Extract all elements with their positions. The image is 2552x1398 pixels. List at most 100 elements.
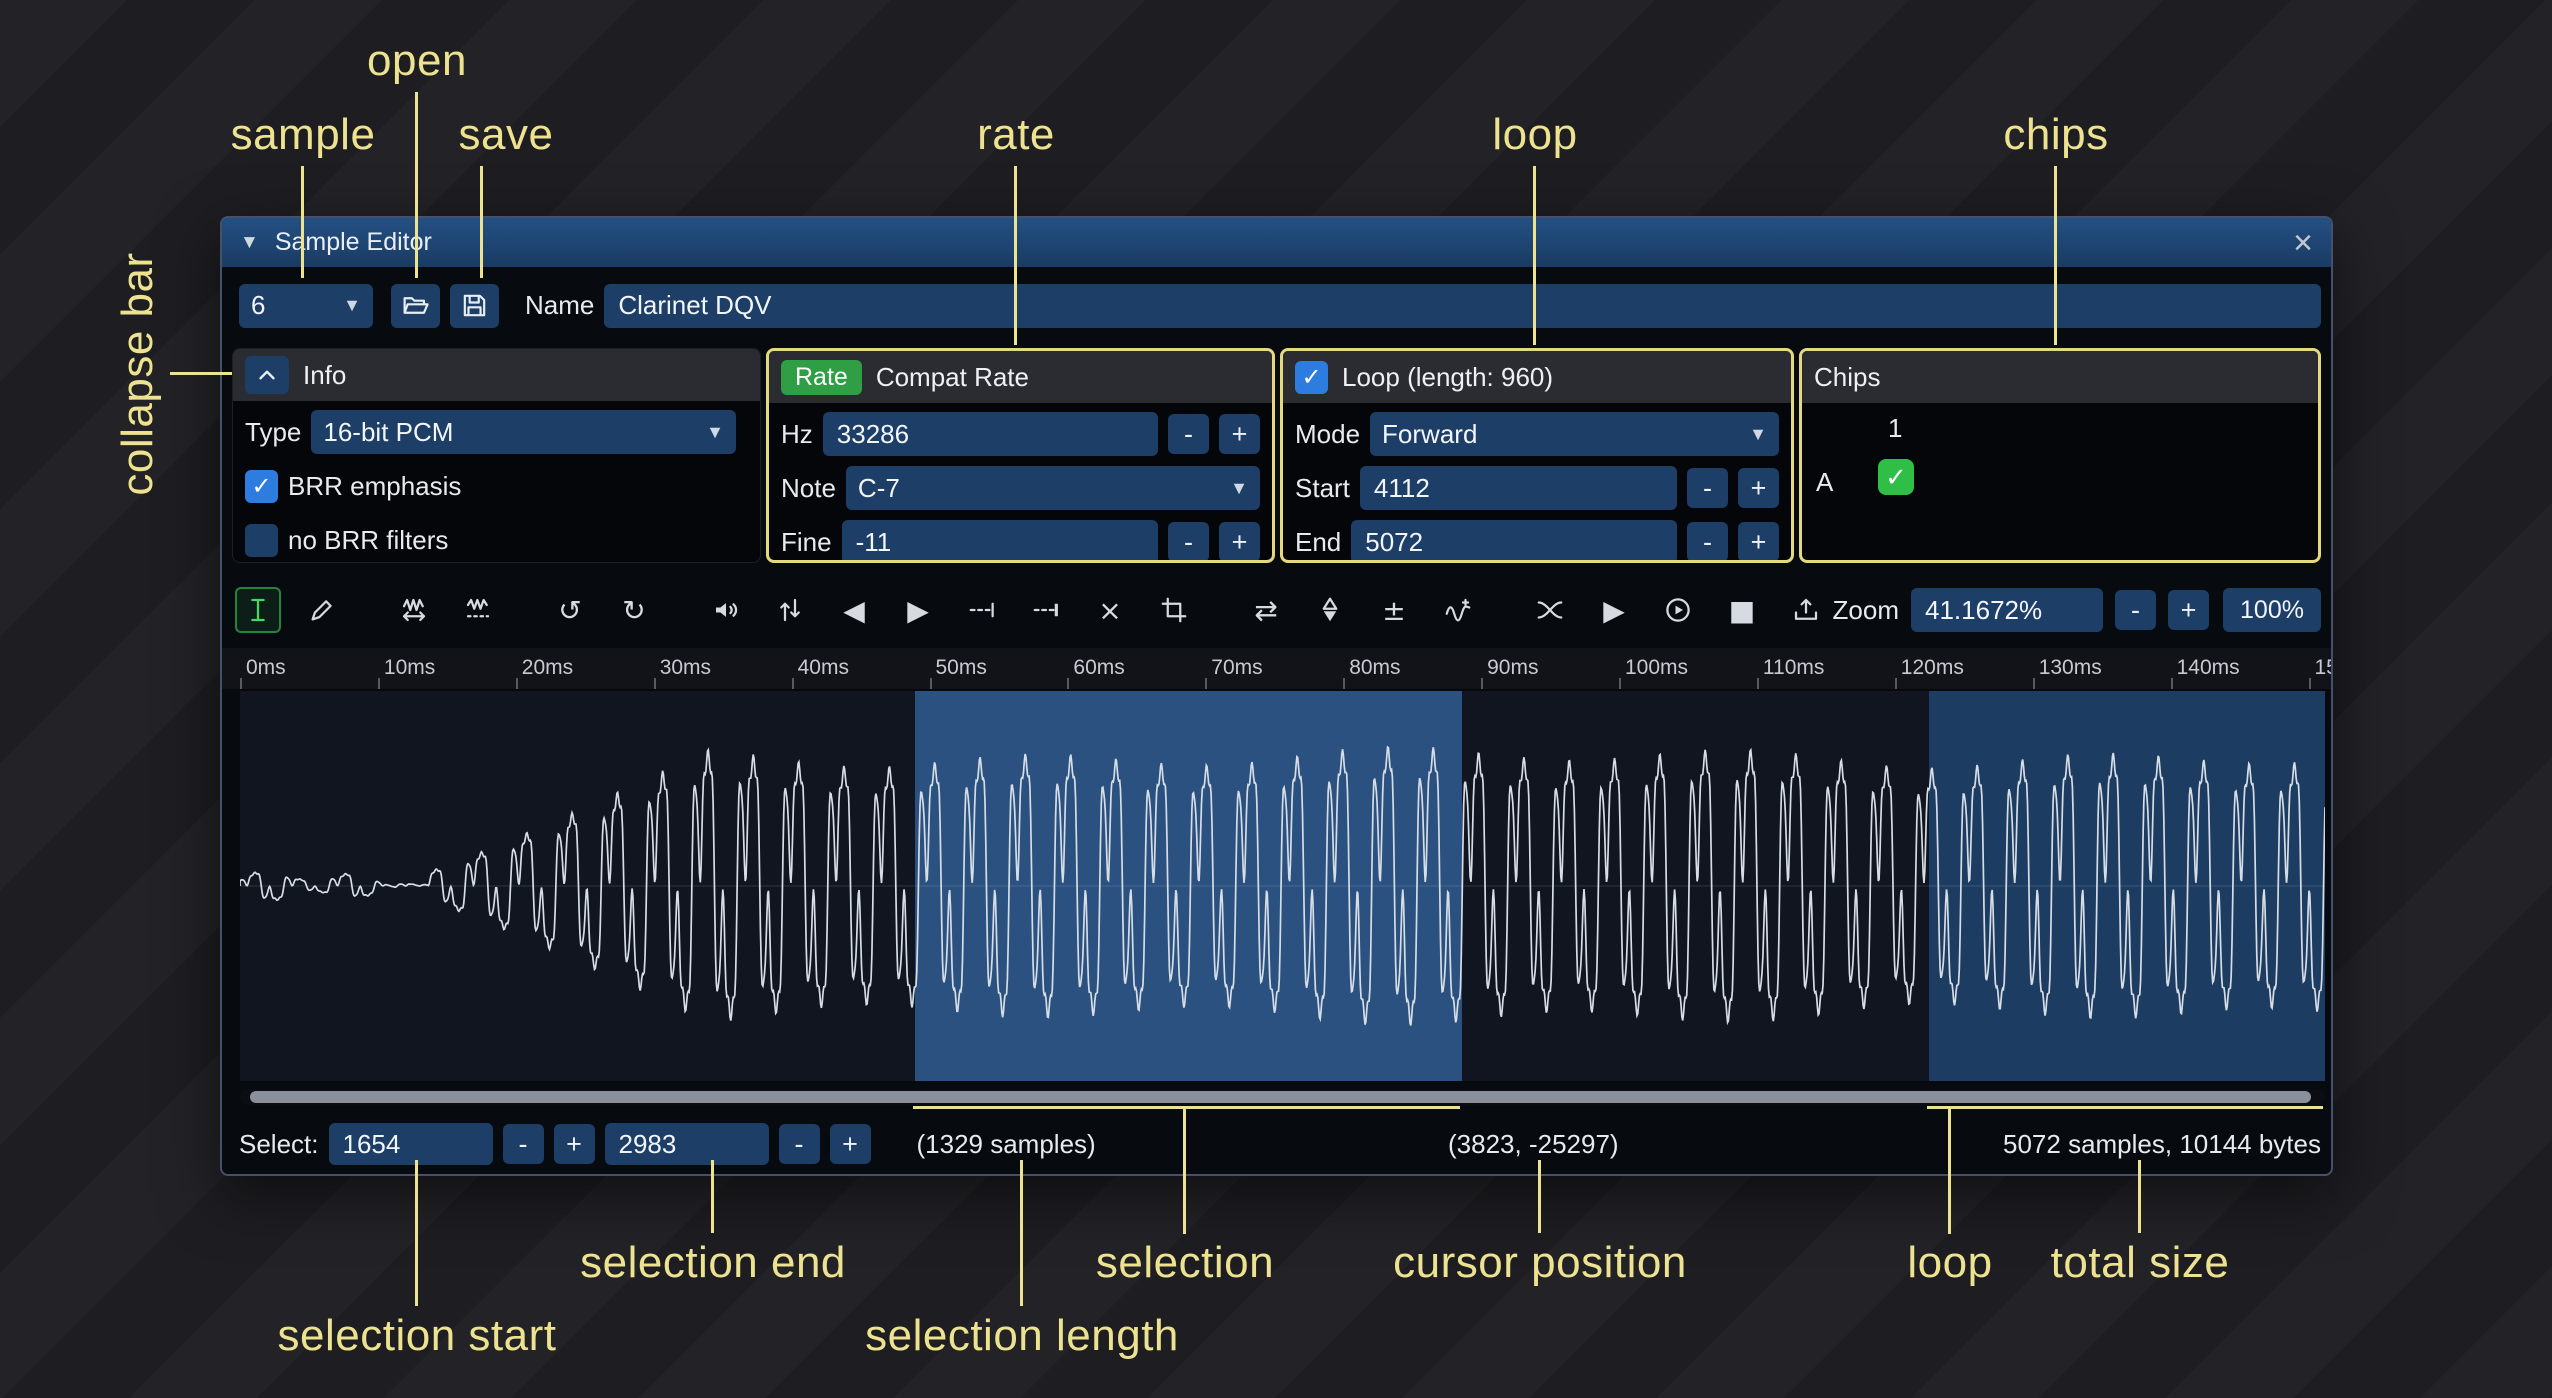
loop-end-minus-button[interactable]: -	[1687, 522, 1728, 562]
reverse-icon[interactable]: ⇄	[1243, 587, 1289, 633]
no-brr-filters-checkbox[interactable]	[245, 524, 278, 557]
ruler-tick	[1067, 678, 1069, 689]
titlebar[interactable]: ▼ Sample Editor ×	[222, 218, 2331, 267]
preview-in-context-icon[interactable]	[1655, 587, 1701, 633]
edit-cursor-icon[interactable]	[235, 587, 281, 633]
pencil-icon[interactable]	[299, 587, 345, 633]
sample-type-value: 16-bit PCM	[323, 417, 453, 448]
preview-icon[interactable]: ▶	[1591, 587, 1637, 633]
annotation-selection: selection	[1096, 1238, 1274, 1288]
selection-start-input[interactable]	[329, 1123, 493, 1165]
hz-plus-button[interactable]: +	[1219, 414, 1260, 454]
stop-icon[interactable]: ■	[1719, 587, 1765, 633]
annotation-line-selection-length	[1020, 1160, 1023, 1306]
ruler-tick	[2309, 678, 2311, 689]
selection-end-minus-button[interactable]: -	[779, 1124, 820, 1164]
loop-start-label: Start	[1295, 473, 1350, 504]
total-size-text: 5072 samples, 10144 bytes	[2003, 1129, 2321, 1160]
selection-end-plus-button[interactable]: +	[830, 1124, 871, 1164]
timeline-ruler: 0ms10ms20ms30ms40ms50ms60ms70ms80ms90ms1…	[222, 648, 2331, 690]
delete-icon[interactable]: ×	[1087, 587, 1133, 633]
ruler-label: 20ms	[522, 656, 573, 680]
loop-enable-checkbox[interactable]: ✓	[1295, 361, 1328, 394]
name-label: Name	[525, 290, 594, 321]
ruler-label: 90ms	[1487, 656, 1538, 680]
selection-start-minus-button[interactable]: -	[503, 1124, 544, 1164]
fade-in-icon[interactable]: ◀	[831, 587, 877, 633]
info-panel-header: Info	[233, 349, 760, 401]
annotation-line-collapse-bar	[170, 372, 232, 375]
zoom-reset-button[interactable]: 100%	[2223, 588, 2321, 632]
waveform-display[interactable]	[240, 691, 2325, 1081]
annotation-loop: loop	[1492, 110, 1577, 160]
chevron-down-icon: ▼	[1220, 478, 1248, 499]
annotation-line-loop	[1533, 166, 1536, 345]
loop-start-minus-button[interactable]: -	[1687, 468, 1728, 508]
sample-type-dropdown[interactable]: 16-bit PCM ▼	[311, 410, 736, 454]
insert-silence-icon[interactable]	[959, 587, 1005, 633]
note-label: Note	[781, 473, 836, 504]
open-button[interactable]	[391, 284, 440, 328]
ruler-label: 10ms	[384, 656, 435, 680]
chips-panel-title: Chips	[1814, 362, 1880, 393]
desktop-background: ▼ Sample Editor × 6 ▼ Name	[0, 0, 2552, 1398]
rate-panel-header: Rate Compat Rate	[769, 351, 1272, 403]
close-icon[interactable]: ×	[2293, 226, 2313, 260]
chip-enable-checkbox[interactable]: ✓	[1878, 459, 1914, 495]
selection-start-plus-button[interactable]: +	[554, 1124, 595, 1164]
trim-icon[interactable]	[1151, 587, 1197, 633]
selection-end-input[interactable]	[605, 1123, 769, 1165]
loop-end-input[interactable]	[1351, 520, 1677, 563]
zoom-input[interactable]	[1911, 588, 2103, 632]
annotation-line-chips	[2054, 166, 2057, 345]
ruler-tick	[378, 678, 380, 689]
annotation-line-open	[415, 92, 418, 278]
normalize-icon[interactable]	[767, 587, 813, 633]
collapse-bar-button[interactable]	[245, 356, 289, 394]
hz-input[interactable]	[823, 412, 1158, 456]
redo-icon[interactable]: ↻	[611, 587, 657, 633]
loop-end-plus-button[interactable]: +	[1738, 522, 1779, 562]
fine-input[interactable]	[842, 520, 1158, 563]
ruler-tick	[792, 678, 794, 689]
brr-emphasis-checkbox[interactable]: ✓	[245, 470, 278, 503]
rate-badge: Rate	[781, 360, 862, 395]
zoom-in-button[interactable]: +	[2168, 590, 2209, 630]
ruler-label: 70ms	[1211, 656, 1262, 680]
crossfade-icon[interactable]	[1527, 587, 1573, 633]
annotation-line-loop-bottom	[1948, 1108, 1951, 1234]
loop-start-plus-button[interactable]: +	[1738, 468, 1779, 508]
scrollbar-thumb[interactable]	[250, 1091, 2311, 1103]
apply-silence-icon[interactable]	[1023, 587, 1069, 633]
fade-out-icon[interactable]: ▶	[895, 587, 941, 633]
invert-icon[interactable]	[1307, 587, 1353, 633]
fine-plus-button[interactable]: +	[1219, 522, 1260, 562]
horizontal-scrollbar[interactable]	[240, 1089, 2325, 1105]
import-icon[interactable]	[1783, 587, 1829, 633]
filter-icon[interactable]	[1435, 587, 1481, 633]
sign-invert-icon[interactable]: ±	[1371, 587, 1417, 633]
type-label: Type	[245, 417, 301, 448]
zoom-out-button[interactable]: -	[2115, 590, 2156, 630]
ruler-tick	[654, 678, 656, 689]
brr-emphasis-label: BRR emphasis	[288, 471, 461, 502]
fine-minus-button[interactable]: -	[1168, 522, 1209, 562]
name-input[interactable]	[604, 284, 2321, 328]
ruler-tick	[1343, 678, 1345, 689]
sample-selector[interactable]: 6 ▼	[239, 284, 373, 328]
resize-icon[interactable]	[391, 587, 437, 633]
ruler-tick	[1205, 678, 1207, 689]
window-collapse-icon[interactable]: ▼	[240, 232, 259, 254]
resample-icon[interactable]	[455, 587, 501, 633]
note-dropdown[interactable]: C-7 ▼	[846, 466, 1260, 510]
loop-start-input[interactable]	[1360, 466, 1677, 510]
ruler-label: 110ms	[1763, 656, 1824, 680]
annotation-loop-bottom: loop	[1907, 1238, 1992, 1288]
amplify-icon[interactable]	[703, 587, 749, 633]
loop-panel: ✓ Loop (length: 960) Mode Forward ▼ Star…	[1280, 348, 1794, 563]
loop-mode-dropdown[interactable]: Forward ▼	[1370, 412, 1779, 456]
undo-icon[interactable]: ↺	[547, 587, 593, 633]
save-button[interactable]	[450, 284, 499, 328]
annotation-line-cursor-position	[1538, 1160, 1541, 1233]
hz-minus-button[interactable]: -	[1168, 414, 1209, 454]
